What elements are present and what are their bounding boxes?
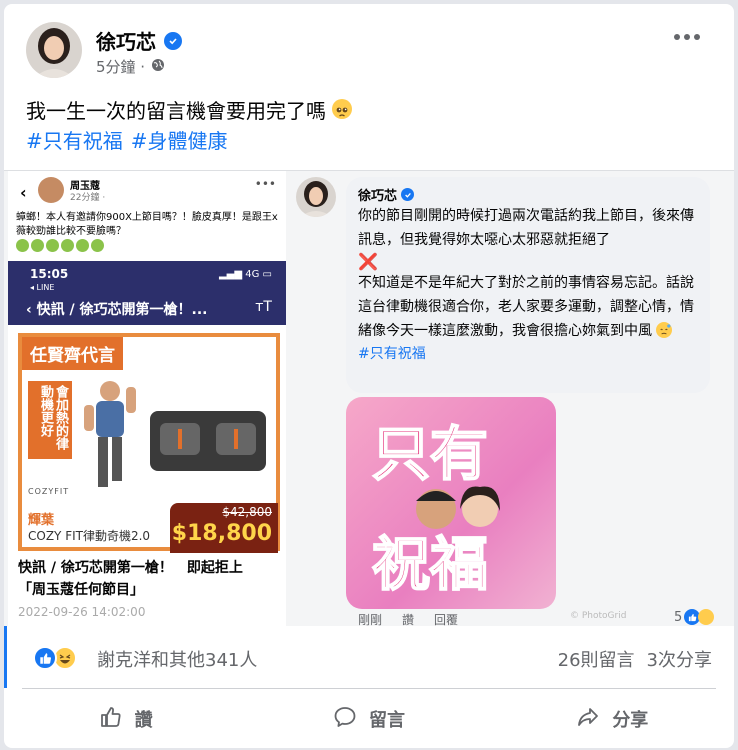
- verified-badge-icon: [401, 188, 415, 201]
- pleading-face-emoji-icon: [332, 99, 353, 119]
- hashtag-link[interactable]: #只有祝福: [26, 126, 123, 156]
- ss-ad-price-box: $42,800 $18,800: [170, 503, 278, 553]
- ss-ad-model: COZY FIT律動奇機2.0: [28, 529, 151, 543]
- share-label: 分享: [612, 710, 649, 731]
- comment-label: 留言: [368, 710, 405, 731]
- photogrid-watermark: © PhotoGrid: [570, 611, 627, 621]
- ss-ad-logo: COZYFIT: [28, 487, 70, 496]
- ss-phone-network: 4G: [245, 269, 260, 280]
- post-body: 我一生一次的留言機會要用完了嗎: [26, 96, 353, 126]
- divider: [22, 688, 716, 689]
- like-button[interactable]: 讚: [4, 694, 247, 744]
- post-hashtags: #只有祝福 #身體健康: [26, 126, 228, 156]
- ss-emoji-row: [16, 239, 104, 252]
- globe-icon: [151, 58, 165, 76]
- share-arrow-icon: [576, 705, 600, 734]
- left-screenshot: ‹ 周玉蔻 22分鐘 · ••• 蟑螂！本人有邀請你900X上節目嗎？！臉皮真厚…: [8, 171, 286, 626]
- ss-phone-bar: 15:05 ◂ LINE ▂▄▆ 4G ▭ ‹ 快訊 / 徐巧芯開第一槍！...…: [8, 261, 286, 325]
- reaction-icons[interactable]: [33, 646, 77, 670]
- thumbs-up-icon: [99, 705, 123, 734]
- ss-time: 22分鐘 ·: [70, 193, 106, 203]
- hashtag-link[interactable]: #身體健康: [131, 126, 228, 156]
- shares-count-link[interactable]: 3次分享: [647, 646, 712, 672]
- author-avatar[interactable]: [26, 22, 82, 78]
- ss-headline-line1: 快訊 / 徐巧芯開第一槍！ 即起拒上: [18, 560, 243, 576]
- post-header: 徐巧芯 5分鐘 ·: [4, 4, 734, 90]
- post-time[interactable]: 5分鐘 ·: [96, 56, 145, 77]
- back-icon: ‹: [20, 183, 27, 202]
- action-bar: 讚 留言 分享: [4, 694, 734, 744]
- comment-para2: 不知道是不是年紀大了對於之前的事情容易忘記。話說這台律動機很適合你，老人家要多運…: [358, 271, 698, 343]
- ss-ad-machine: [150, 411, 266, 471]
- comment-author: 徐巧芯: [358, 185, 698, 204]
- comment-reaction-count: 5: [674, 609, 683, 625]
- ss-headline-line2: 「周玉蔻任何節目」: [18, 582, 144, 598]
- like-label: 讚: [134, 710, 153, 731]
- ss-header: ‹ 周玉蔻 22分鐘 · •••: [8, 177, 286, 207]
- ss-ad-man: [84, 381, 136, 487]
- ss-phone-status: ▂▄▆ 4G ▭: [218, 269, 272, 280]
- post-card: 徐巧芯 5分鐘 · 我一生一次的留言機會要用完了嗎 #只有祝福 #身體健康 ‹ …: [4, 4, 734, 748]
- blessing-sticker: 只有 祝福: [346, 397, 556, 609]
- ss-date: 2022-09-26 14:02:00: [18, 605, 146, 619]
- engagement-counts: 26則留言 3次分享: [558, 646, 712, 672]
- comment-actions: 剛剛 讚 回覆: [358, 611, 458, 626]
- ss-font-icon: ᴛT: [255, 299, 272, 315]
- ss-headline: 快訊 / 徐巧芯開第一槍！ 即起拒上 「周玉蔻任何節目」: [18, 557, 243, 601]
- ss-phone-time: 15:05: [30, 267, 69, 281]
- sweat-face-emoji-icon: [656, 322, 673, 338]
- author-name-text[interactable]: 徐巧芯: [96, 26, 156, 55]
- comment-reactions: 5: [674, 609, 715, 625]
- ss-ad-new-price: $18,800: [171, 521, 272, 546]
- comment-avatar: [296, 177, 336, 217]
- comment-time: 剛剛: [358, 613, 383, 626]
- sticker-text-top: 只有: [371, 419, 489, 489]
- more-options-icon[interactable]: [674, 34, 700, 40]
- ss-more-icon: •••: [254, 177, 276, 191]
- ss-phone-carrier: ◂ LINE: [30, 283, 55, 292]
- comment-reply-link: 回覆: [434, 613, 459, 626]
- ss-text: 蟑螂！本人有邀請你900X上節目嗎？！臉皮真厚！是跟王x薇較勁誰比較不要臉嗎？: [16, 212, 278, 237]
- comment-para2-text: 不知道是不是年紀大了對於之前的事情容易忘記。話說這台律動機很適合你，老人家要多運…: [358, 275, 694, 339]
- sticker-text-bottom: 祝福: [371, 529, 489, 599]
- speech-bubble-icon: [333, 705, 357, 734]
- comment-bubble: 徐巧芯 你的節目剛開的時候打過兩次電話約我上節目，後來傳訊息，但我覺得妳太噁心太…: [346, 177, 710, 393]
- ss-phone-title-text: 快訊 / 徐巧芯開第一槍！...: [36, 302, 208, 318]
- ss-phone-title: ‹ 快訊 / 徐巧芯開第一槍！...: [26, 302, 208, 318]
- reactors-link[interactable]: 謝克洋和其他341人: [97, 646, 257, 672]
- post-image[interactable]: ‹ 周玉蔻 22分鐘 · ••• 蟑螂！本人有邀請你900X上節目嗎？！臉皮真厚…: [4, 170, 734, 626]
- comment-hashtag: #只有祝福: [358, 346, 426, 362]
- haha-reaction-icon: [698, 609, 715, 625]
- ss-ad-vertical: 會加熱的律動機更好: [28, 381, 72, 459]
- ss-ad-tag: 任賢齊代言: [22, 337, 123, 370]
- comment-like-link: 讚: [402, 613, 415, 626]
- author-name[interactable]: 徐巧芯: [96, 26, 182, 55]
- comment-author-text: 徐巧芯: [358, 189, 398, 204]
- like-reaction-icon: [33, 646, 57, 670]
- reactions-bar: 謝克洋和其他341人 26則留言 3次分享: [4, 626, 734, 688]
- ss-ad-brand: 輝葉: [28, 513, 55, 528]
- comments-count-link[interactable]: 26則留言: [558, 646, 635, 672]
- cross-mark-icon: ❌: [358, 252, 378, 271]
- comment-button[interactable]: 留言: [247, 694, 490, 744]
- verified-badge-icon: [164, 31, 182, 50]
- post-text: 我一生一次的留言機會要用完了嗎: [26, 99, 326, 123]
- ss-ad-old-price: $42,800: [222, 505, 272, 519]
- ss-avatar: [38, 177, 64, 203]
- ss-ad-image: 任賢齊代言 會加熱的律動機更好 COZYFIT 輝葉 COZY FIT律動奇機2…: [18, 333, 280, 553]
- post-meta: 5分鐘 ·: [96, 56, 165, 77]
- comment-para1: 你的節目剛開的時候打過兩次電話約我上節目，後來傳訊息，但我覺得妳太噁心太邪惡就拒…: [358, 208, 694, 248]
- share-button[interactable]: 分享: [491, 694, 734, 744]
